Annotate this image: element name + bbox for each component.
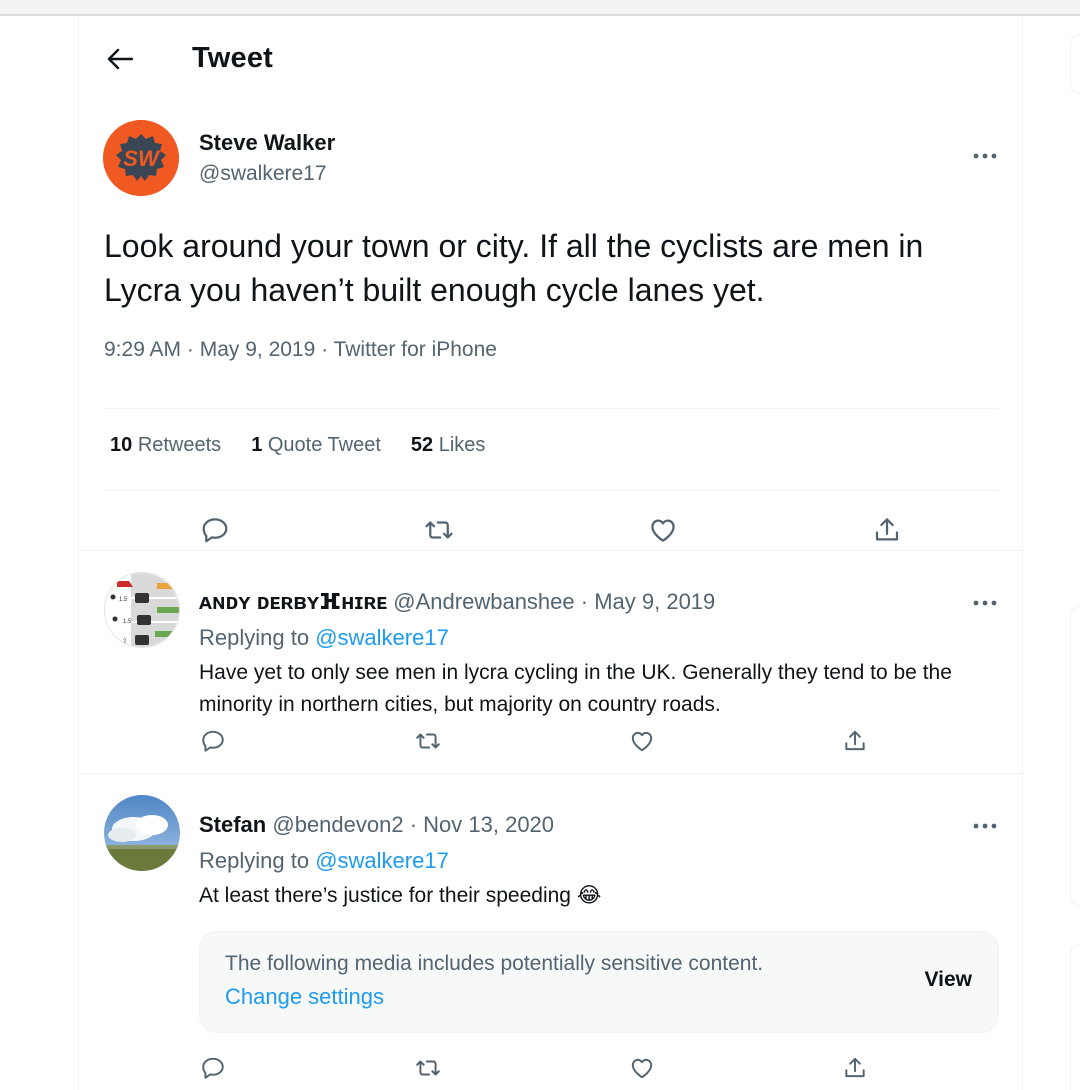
share-icon: [875, 518, 899, 541]
reply-button[interactable]: [193, 1048, 233, 1088]
reply-date[interactable]: · Nov 13, 2020: [410, 812, 554, 837]
sidebar-edge-card: [1070, 944, 1080, 1090]
share-icon: [845, 1057, 865, 1078]
sensitive-message: The following media includes potentially…: [225, 952, 764, 975]
avatar[interactable]: 1.5 1.5 2: [104, 572, 180, 648]
more-options-button[interactable]: [969, 593, 1001, 613]
reply-author-name[interactable]: Stefan: [199, 812, 266, 837]
sidebar-edge-card: [1070, 606, 1080, 906]
retweets-label: Retweets: [137, 434, 222, 456]
share-icon: [845, 730, 865, 751]
tweet-text: Look around your town or city. If all th…: [104, 228, 924, 308]
more-dots-icon: [973, 153, 997, 159]
reply-tweet[interactable]: 1.5 1.5 2 ᴀɴᴅʏ ᴅᴇʀʙʏⴼʜɪʀᴇ @Andrewbanshee…: [79, 550, 1024, 773]
replying-prefix: Replying to: [199, 625, 310, 650]
author-handle[interactable]: @swalkere17: [199, 162, 327, 186]
quotes-count: 1: [251, 434, 263, 456]
back-button[interactable]: [101, 40, 139, 78]
reply-icon: [202, 518, 228, 543]
landscape-photo-avatar: [104, 795, 180, 871]
like-button[interactable]: [622, 1048, 662, 1088]
arrow-left-icon: [107, 48, 133, 70]
share-button[interactable]: [835, 1048, 875, 1088]
timeline-column: Tweet SW Steve Walker @swalkere17 Look a…: [78, 16, 1024, 1090]
sw-logo-icon: SW: [103, 120, 179, 196]
reply-author-handle[interactable]: @Andrewbanshee: [393, 589, 574, 614]
likes-label: Likes: [438, 434, 486, 456]
heart-icon: [631, 1058, 653, 1079]
likes-stat[interactable]: 52 Likes: [411, 434, 486, 457]
reply-button[interactable]: [193, 721, 233, 761]
reply-header: Stefan @bendevon2 · Nov 13, 2020: [199, 812, 554, 838]
like-button[interactable]: [622, 721, 662, 761]
reply-header: ᴀɴᴅʏ ᴅᴇʀʙʏⴼʜɪʀᴇ @Andrewbanshee · May 9, …: [199, 589, 715, 615]
share-button[interactable]: [867, 510, 907, 550]
quotes-label: Quote Tweet: [267, 434, 381, 456]
likes-count: 52: [410, 434, 434, 456]
retweets-stat[interactable]: 10 Retweets: [110, 434, 221, 457]
reply-icon: [202, 1057, 224, 1079]
more-dots-icon: [973, 600, 997, 606]
change-settings-link[interactable]: Change settings: [225, 984, 384, 1010]
divider: [104, 490, 999, 491]
svg-text:1.5: 1.5: [119, 597, 128, 603]
replying-to: Replying to @swalkere17: [199, 848, 449, 874]
cycle-lane-diagram-avatar: 1.5 1.5 2: [105, 573, 179, 647]
tweet-timestamp[interactable]: 9:29 AM · May 9, 2019 · Twitter for iPho…: [104, 338, 497, 362]
retweets-count: 10: [110, 434, 133, 456]
retweet-icon: [425, 521, 453, 539]
reply-author-name[interactable]: ᴀɴᴅʏ ᴅᴇʀʙʏⴼʜɪʀᴇ: [199, 589, 387, 614]
sidebar-edge-card: [1070, 34, 1080, 94]
reply-author-handle[interactable]: @bendevon2: [272, 812, 403, 837]
replying-to-link[interactable]: @swalkere17: [315, 848, 449, 873]
avatar[interactable]: [104, 795, 180, 871]
browser-top-strip: [0, 0, 1080, 16]
avatar-logo-text: SW: [123, 146, 161, 171]
reply-date[interactable]: · May 9, 2019: [581, 589, 716, 614]
quote-tweets-stat[interactable]: 1 Quote Tweet: [251, 434, 381, 457]
heart-icon: [651, 519, 675, 542]
svg-text:1.5: 1.5: [123, 619, 132, 625]
reply-icon: [202, 730, 224, 752]
sensitive-media-warning: The following media includes potentially…: [199, 931, 999, 1033]
more-dots-icon: [973, 823, 997, 829]
retweet-button[interactable]: [408, 721, 448, 761]
view-button[interactable]: View: [925, 968, 972, 992]
share-button[interactable]: [835, 721, 875, 761]
heart-icon: [631, 731, 653, 752]
more-options-button[interactable]: [969, 816, 1001, 836]
divider: [104, 408, 999, 409]
like-button[interactable]: [643, 510, 683, 550]
reply-text: Have yet to only see men in lycra cyclin…: [199, 661, 952, 716]
reply-tweet[interactable]: Stefan @bendevon2 · Nov 13, 2020 Replyin…: [79, 773, 1024, 1090]
replying-prefix: Replying to: [199, 848, 310, 873]
reply-text: At least there’s justice for their speed…: [199, 884, 602, 907]
retweet-button[interactable]: [419, 510, 459, 550]
more-options-button[interactable]: [969, 146, 1001, 166]
author-name[interactable]: Steve Walker: [199, 130, 335, 156]
replying-to: Replying to @swalkere17: [199, 625, 449, 651]
reply-button[interactable]: [195, 510, 235, 550]
page-title: Tweet: [192, 42, 274, 74]
tweet-stats: 10 Retweets 1 Quote Tweet 52 Likes: [110, 434, 485, 457]
retweet-icon: [416, 1060, 440, 1076]
avatar[interactable]: SW: [103, 120, 179, 196]
replying-to-link[interactable]: @swalkere17: [315, 625, 449, 650]
main-tweet: SW Steve Walker @swalkere17 Look around …: [79, 102, 1024, 550]
page-header: Tweet: [79, 16, 1024, 102]
retweet-icon: [416, 733, 440, 749]
retweet-button[interactable]: [408, 1048, 448, 1088]
